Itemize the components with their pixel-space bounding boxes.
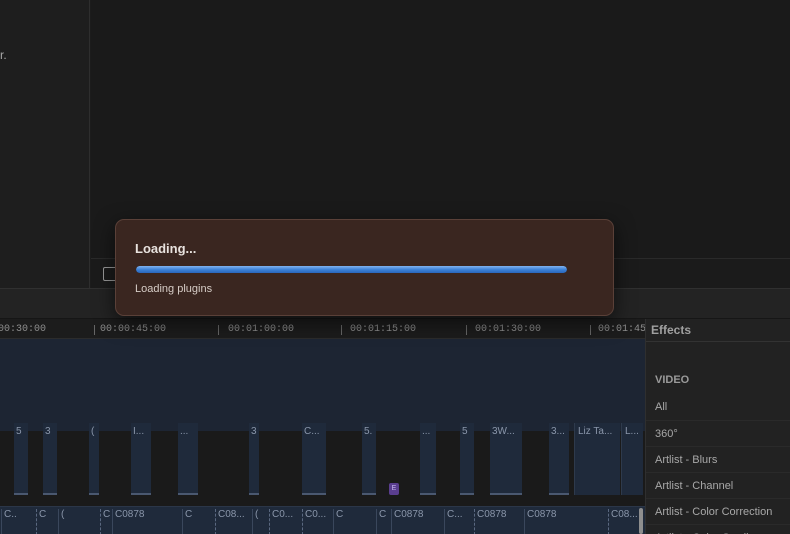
audio-clip[interactable]: C — [36, 509, 46, 534]
timeline-clip[interactable]: ... — [420, 423, 436, 495]
audio-clip[interactable]: C — [376, 509, 388, 534]
dialog-title: Loading... — [135, 241, 197, 256]
divider — [646, 341, 790, 342]
effects-category-all[interactable]: All — [646, 394, 790, 420]
audio-clip[interactable]: C.. — [1, 509, 23, 534]
timeline-clip[interactable]: 5 — [460, 423, 474, 495]
audio-clip[interactable]: C0878 — [391, 509, 441, 534]
audio-clip[interactable]: C... — [444, 509, 470, 534]
effects-title: Effects — [651, 323, 692, 337]
effects-section-heading: VIDEO — [655, 374, 690, 386]
timeline-clip[interactable]: 5. — [362, 423, 376, 495]
timeline-clip[interactable]: C... — [302, 423, 326, 495]
timeline[interactable]: 00:30:00 00:00:45:00 00:01:00:00 00:01:1… — [0, 319, 647, 534]
progress-bar-fill — [136, 266, 567, 273]
effects-category-channel[interactable]: Artlist - Channel — [646, 472, 790, 498]
marker-icon[interactable]: E — [389, 483, 399, 495]
audio-clip[interactable]: C0878 — [524, 509, 594, 534]
timeline-ruler[interactable]: 00:30:00 00:00:45:00 00:01:00:00 00:01:1… — [0, 319, 647, 339]
loading-dialog: Loading... Loading plugins — [115, 219, 614, 316]
effects-category-color-correction[interactable]: Artlist - Color Correction — [646, 498, 790, 524]
audio-clip[interactable]: C — [333, 509, 343, 534]
primary-storyline[interactable] — [0, 339, 645, 431]
timeline-clip[interactable]: ... — [178, 423, 198, 495]
progress-bar — [136, 266, 567, 273]
audio-clip[interactable]: C0878 — [112, 509, 178, 534]
ruler-tick: 00:00:45:00 — [100, 324, 167, 335]
audio-clip[interactable]: C0... — [302, 509, 332, 534]
timeline-clip[interactable]: 3 — [249, 423, 259, 495]
ruler-tick: 00:01:00:00 — [228, 324, 295, 335]
timeline-clip[interactable]: 3... — [549, 423, 569, 495]
dialog-status-text: Loading plugins — [135, 283, 213, 295]
ruler-tickmark — [466, 325, 467, 335]
ruler-tick: 00:01:15:00 — [350, 324, 417, 335]
browser-panel: r. — [0, 0, 90, 290]
timeline-scrollbar[interactable] — [639, 508, 643, 534]
timeline-clip[interactable]: 3W... — [490, 423, 522, 495]
timeline-clip[interactable]: L... — [621, 423, 643, 495]
audio-clip[interactable]: C08... — [608, 509, 638, 534]
ruler-tickmark — [590, 325, 591, 335]
audio-clip[interactable]: C — [182, 509, 194, 534]
ruler-tick: 00:30:00 — [0, 324, 47, 335]
audio-clips-row: C.. C ( C C0878 C C08... ( C0... C0... C… — [0, 506, 645, 534]
audio-clip[interactable]: ( — [252, 509, 262, 534]
effects-category-360[interactable]: 360° — [646, 420, 790, 446]
connected-clips-row: 5 3 ( I... ... 3 C... 5. ... 5 3W... 3..… — [0, 419, 645, 507]
effects-browser: Effects VIDEO All 360° Artlist - Blurs A… — [645, 319, 790, 534]
ruler-tick: 00:01:30:00 — [475, 324, 542, 335]
timeline-clip[interactable]: I... — [131, 423, 151, 495]
audio-clip[interactable]: C0... — [269, 509, 299, 534]
timeline-clip[interactable]: ( — [89, 423, 99, 495]
audio-clip[interactable]: C08... — [215, 509, 251, 534]
audio-clip[interactable]: ( — [58, 509, 68, 534]
timeline-clip[interactable]: 5 — [14, 423, 28, 495]
browser-text: r. — [0, 48, 7, 62]
audio-clip[interactable]: C0878 — [474, 509, 522, 534]
audio-clip[interactable]: C — [100, 509, 110, 534]
ruler-tickmark — [218, 325, 219, 335]
effects-category-color-grading[interactable]: Artlist - Color Grading — [646, 524, 790, 534]
timeline-clip[interactable]: 3 — [43, 423, 57, 495]
ruler-tick: 00:01:45 — [598, 324, 647, 335]
effects-category-blurs[interactable]: Artlist - Blurs — [646, 446, 790, 472]
ruler-tickmark — [341, 325, 342, 335]
effects-category-list: All 360° Artlist - Blurs Artlist - Chann… — [646, 394, 790, 534]
ruler-tickmark — [94, 325, 95, 335]
timeline-clip[interactable]: Liz Ta... — [574, 423, 620, 495]
